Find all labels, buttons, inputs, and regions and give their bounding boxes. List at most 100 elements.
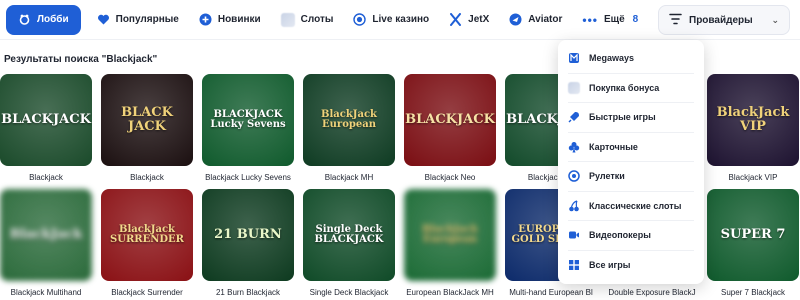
menu-item-all-games[interactable]: Все игры <box>568 251 694 281</box>
game-thumbnail[interactable]: SUPER 7 <box>707 189 799 281</box>
jetx-icon <box>449 13 462 26</box>
menu-item-roulette[interactable]: Рулетки <box>568 162 694 192</box>
nav-item-more[interactable]: ••• Ещё 8 <box>572 5 648 35</box>
game-title[interactable]: European BlackJack MH <box>404 288 496 297</box>
nav-label: Популярные <box>115 14 179 25</box>
lobby-icon <box>18 13 31 26</box>
nav-label: Слоты <box>300 14 334 25</box>
game-logo: 21 BURN <box>214 227 282 243</box>
chevron-down-icon: ⌄ <box>771 14 779 25</box>
game-title[interactable]: Blackjack <box>101 173 193 182</box>
game-title[interactable]: Blackjack MH <box>303 173 395 182</box>
menu-item-megaways[interactable]: Megaways <box>568 44 694 74</box>
game-card[interactable]: BlackJack Blackjack Multihand <box>0 189 92 297</box>
nav-item-popular[interactable]: Популярные <box>87 5 189 35</box>
club-icon <box>568 141 580 153</box>
game-card[interactable]: BlackJack European Blackjack MH <box>303 74 395 182</box>
game-thumbnail[interactable]: BLACKJACK <box>0 74 92 166</box>
game-logo: BlackJack European <box>321 108 377 130</box>
game-title[interactable]: Single Deck Blackjack <box>303 288 395 297</box>
nav-item-slots[interactable]: Слоты <box>271 5 344 35</box>
game-card[interactable]: BLACKJACK Lucky Sevens Blackjack Lucky Se… <box>202 74 294 182</box>
video-icon <box>568 229 580 241</box>
game-thumbnail[interactable]: BlackJack European <box>303 74 395 166</box>
menu-item-video-poker[interactable]: Видеопокеры <box>568 221 694 251</box>
grid-icon <box>568 259 580 271</box>
game-logo: BlackJack <box>9 227 83 243</box>
live-icon <box>353 13 367 26</box>
game-logo: BlackJack European <box>422 223 478 245</box>
providers-label: Провайдеры <box>689 14 753 26</box>
game-card[interactable]: BlackJack SURRENDER Blackjack Surrender <box>101 189 193 297</box>
game-title[interactable]: Super 7 Blackjack <box>707 288 799 297</box>
menu-item-label: Карточные <box>589 141 638 152</box>
nav-item-jetx[interactable]: JetX <box>439 5 499 35</box>
nav-item-live-casino[interactable]: Live казино <box>343 5 439 35</box>
game-title[interactable]: 21 Burn Blackjack <box>202 288 294 297</box>
game-thumbnail[interactable]: BlackJack European <box>404 189 496 281</box>
game-card[interactable]: BlackJack VIP Blackjack VIP <box>707 74 799 182</box>
more-count-badge: 8 <box>632 14 639 25</box>
game-thumbnail[interactable]: BLACKJACK <box>404 74 496 166</box>
heart-icon <box>97 13 110 26</box>
nav-label: Новинки <box>217 14 261 25</box>
menu-item-bonus-buy[interactable]: Покупка бонуса <box>568 74 694 103</box>
roulette-icon <box>568 170 580 182</box>
game-card[interactable]: SUPER 7 Super 7 Blackjack <box>707 189 799 297</box>
game-thumbnail[interactable]: BlackJack <box>0 189 92 281</box>
menu-item-label: Все игры <box>589 260 631 271</box>
game-title[interactable]: Blackjack Neo <box>404 173 496 182</box>
nav-item-lobby[interactable]: Лобби <box>6 4 81 35</box>
menu-item-classic-slots[interactable]: Классические слоты <box>568 192 694 221</box>
megaways-icon <box>568 52 580 64</box>
game-logo: Single Deck BLACKJACK <box>314 223 384 245</box>
rocket-icon <box>568 111 580 123</box>
game-card[interactable]: 21 BURN 21 Burn Blackjack <box>202 189 294 297</box>
nav-label: Ещё <box>604 14 625 25</box>
game-title[interactable]: Blackjack VIP <box>707 173 799 182</box>
game-logo: BLACKJACK Lucky Sevens <box>210 108 286 130</box>
game-logo: BLACK JACK <box>121 105 173 134</box>
game-logo: SUPER 7 <box>720 227 786 243</box>
menu-item-label: Классические слоты <box>589 200 682 211</box>
menu-item-label: Видеопокеры <box>589 230 651 241</box>
providers-dropdown-menu: Megaways Покупка бонуса Быстрые игры Кар… <box>558 40 704 284</box>
game-logo: BlackJack VIP <box>716 105 790 134</box>
game-thumbnail[interactable]: BlackJack VIP <box>707 74 799 166</box>
game-title[interactable]: Multi-hand European Bl <box>505 288 597 297</box>
menu-item-fast-games[interactable]: Быстрые игры <box>568 103 694 133</box>
game-logo: BlackJack SURRENDER <box>110 223 184 245</box>
menu-item-label: Покупка бонуса <box>589 82 660 93</box>
bonus-icon <box>568 81 580 94</box>
game-thumbnail[interactable]: Single Deck BLACKJACK <box>303 189 395 281</box>
game-title[interactable]: Blackjack Multihand <box>0 288 92 297</box>
game-thumbnail[interactable]: BLACK JACK <box>101 74 193 166</box>
nav-label: JetX <box>468 14 490 25</box>
game-title[interactable]: Blackjack Surrender <box>101 288 193 297</box>
game-title[interactable]: Double Exposure BlackJ <box>606 288 698 297</box>
game-title[interactable]: Blackjack <box>0 173 92 182</box>
game-card[interactable]: BLACK JACK Blackjack <box>101 74 193 182</box>
nav-label: Live казино <box>372 14 430 25</box>
game-thumbnail[interactable]: BLACKJACK Lucky Sevens <box>202 74 294 166</box>
nav-label: Aviator <box>528 14 563 25</box>
menu-item-label: Рулетки <box>589 171 625 182</box>
menu-item-label: Быстрые игры <box>589 112 656 123</box>
game-logo: BLACKJACK <box>405 112 495 128</box>
nav-item-new[interactable]: Новинки <box>189 5 271 35</box>
menu-item-label: Megaways <box>589 53 635 64</box>
game-card[interactable]: BlackJack European European BlackJack MH <box>404 189 496 297</box>
game-card[interactable]: BLACKJACK Blackjack <box>0 74 92 182</box>
game-card[interactable]: BLACKJACK Blackjack Neo <box>404 74 496 182</box>
aviator-icon <box>509 13 522 26</box>
menu-item-card-games[interactable]: Карточные <box>568 133 694 162</box>
filter-icon <box>669 13 682 28</box>
providers-dropdown-button[interactable]: Провайдеры ⌄ <box>658 5 790 35</box>
game-logo: BLACKJACK <box>1 112 91 128</box>
game-thumbnail[interactable]: 21 BURN <box>202 189 294 281</box>
game-card[interactable]: Single Deck BLACKJACK Single Deck Blackja… <box>303 189 395 297</box>
game-title[interactable]: Blackjack Lucky Sevens <box>202 173 294 182</box>
nav-item-aviator[interactable]: Aviator <box>499 5 572 35</box>
slots-icon <box>280 12 295 27</box>
game-thumbnail[interactable]: BlackJack SURRENDER <box>101 189 193 281</box>
